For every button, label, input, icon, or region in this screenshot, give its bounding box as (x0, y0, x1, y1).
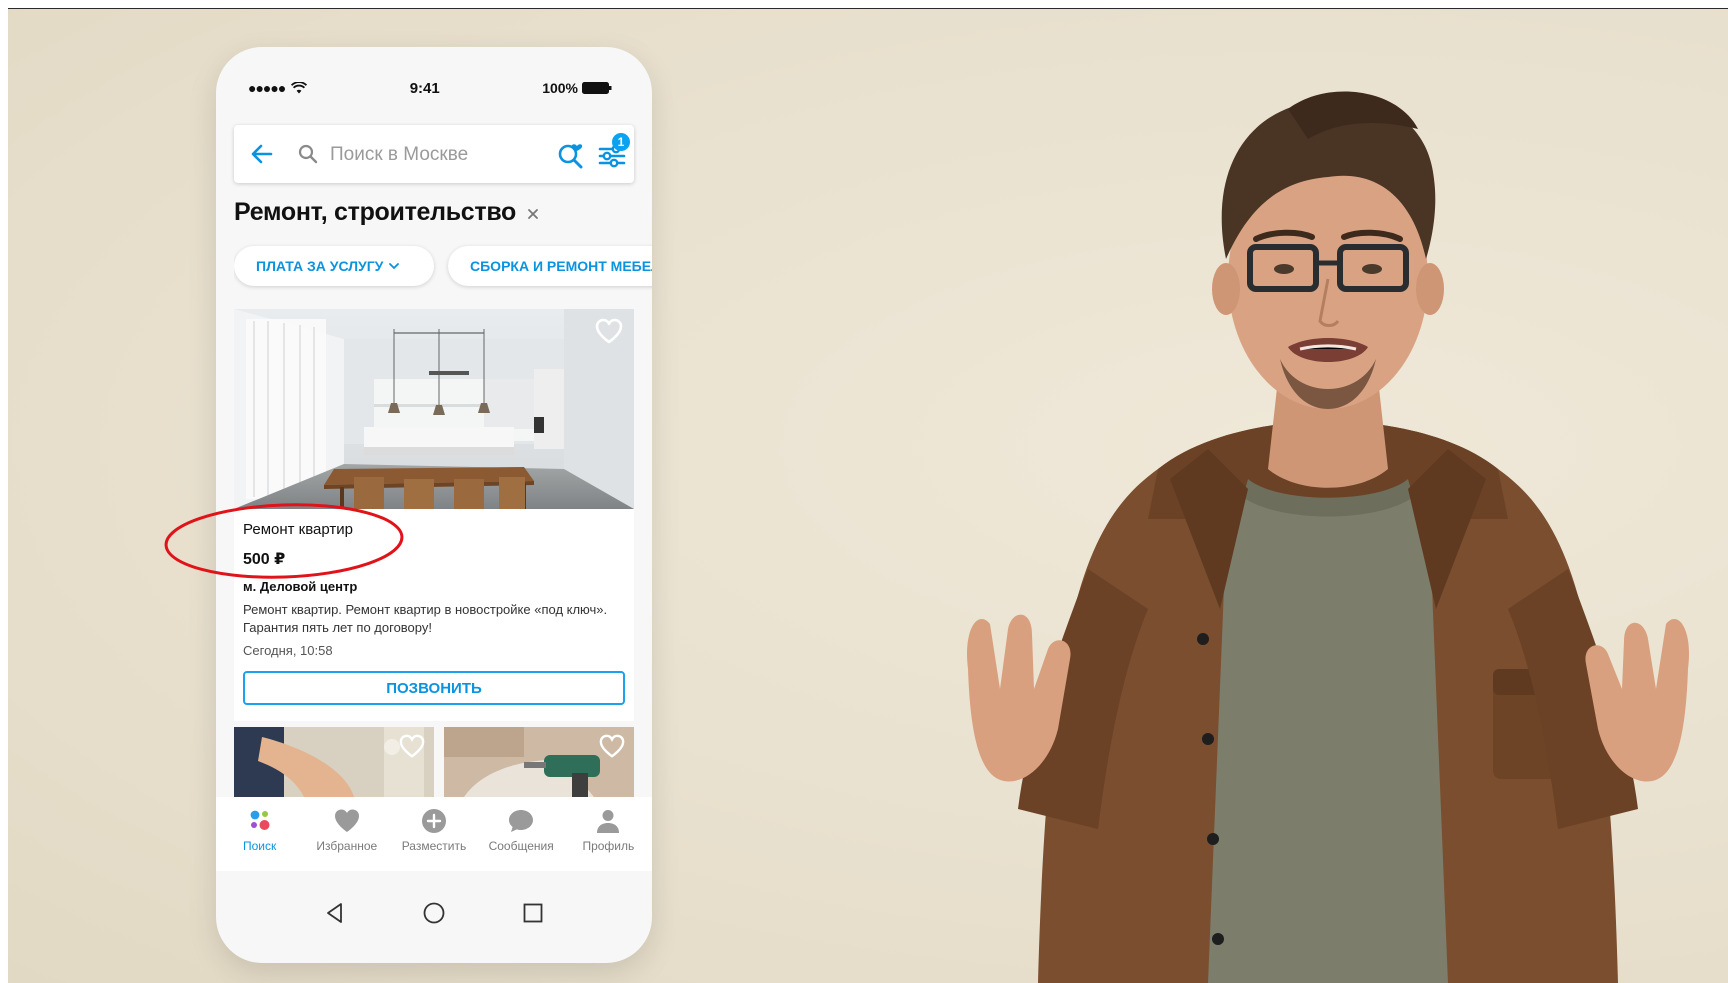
bottom-tab-bar: Поиск Избранное Разместить Сообщения Про… (216, 797, 652, 871)
plus-circle-icon (421, 809, 446, 833)
listing-photo[interactable] (234, 309, 634, 509)
signal-indicator: ●●●●● (248, 80, 308, 96)
favorite-heart-icon[interactable] (598, 733, 626, 759)
search-dots-icon (250, 810, 270, 830)
nav-recents-icon[interactable] (521, 901, 545, 925)
listing-description: Ремонт квартир. Ремонт квартир в новостр… (243, 602, 608, 635)
chip-label: СБОРКА И РЕМОНТ МЕБЕЛИ (470, 258, 652, 274)
category-title: Ремонт, строительство (234, 197, 517, 226)
chip-furniture-repair[interactable]: СБОРКА И РЕМОНТ МЕБЕЛИ (448, 246, 652, 286)
favorite-heart-icon[interactable] (398, 733, 426, 759)
heart-icon (334, 809, 359, 832)
search-input[interactable] (328, 138, 528, 172)
tab-label: Разместить (401, 839, 467, 853)
tab-label: Поиск (242, 839, 277, 853)
video-frame: ●●●●● 9:41 100% Поиск в Москве 1 Ремонт,… (8, 8, 1728, 983)
android-nav-bar (216, 883, 652, 943)
saved-search-icon[interactable] (556, 137, 586, 169)
kitchen-photo-illustration (234, 309, 634, 509)
person-icon (597, 810, 620, 833)
back-arrow-icon[interactable] (250, 142, 274, 166)
presenter-illustration (967, 91, 1689, 983)
search-bar: 1 (234, 125, 634, 183)
chevron-down-icon (389, 263, 400, 270)
tab-search[interactable]: Поиск (220, 807, 300, 853)
battery-percent: 100% (542, 80, 578, 96)
battery-icon (582, 82, 612, 94)
tab-messages[interactable]: Сообщения (481, 807, 561, 853)
tab-label: Профиль (582, 839, 635, 853)
favorite-heart-icon[interactable] (594, 317, 624, 345)
listing-title[interactable]: Ремонт квартир (243, 521, 353, 538)
close-icon[interactable] (526, 207, 540, 221)
call-button[interactable]: ПОЗВОНИТЬ (243, 671, 625, 705)
battery-indicator: 100% (542, 80, 612, 96)
listing-price: 500 ₽ (243, 551, 286, 568)
chip-label: ПЛАТА ЗА УСЛУГУ (256, 258, 384, 274)
nav-back-icon[interactable] (323, 901, 347, 925)
tab-favorites[interactable]: Избранное (307, 807, 387, 853)
tab-profile[interactable]: Профиль (568, 807, 648, 853)
chip-service-fee[interactable]: ПЛАТА ЗА УСЛУГУ (234, 246, 434, 286)
listing-thumbnail[interactable] (234, 727, 434, 797)
signal-dots-icon: ●●●●● (248, 80, 286, 96)
tab-label: Избранное (316, 839, 378, 853)
listing-date: Сегодня, 10:58 (243, 643, 333, 658)
tab-post[interactable]: Разместить (394, 807, 474, 853)
status-bar: ●●●●● 9:41 100% (216, 47, 652, 111)
tab-label: Сообщения (488, 839, 554, 853)
category-header: Ремонт, строительство (234, 195, 540, 229)
clock: 9:41 (409, 79, 440, 97)
listing-card[interactable]: Ремонт квартир 500 ₽ м. Деловой центр Ре… (234, 309, 634, 721)
search-icon (298, 144, 318, 164)
phone-mockup: ●●●●● 9:41 100% Поиск в Москве 1 Ремонт,… (216, 47, 652, 963)
chat-bubble-icon (509, 810, 534, 832)
nav-home-icon[interactable] (422, 901, 446, 925)
wifi-icon (291, 82, 308, 94)
listing-thumbnail[interactable] (444, 727, 634, 797)
listing-metro: м. Деловой центр (243, 579, 358, 594)
filter-count-badge: 1 (612, 133, 630, 151)
filter-chips: ПЛАТА ЗА УСЛУГУ СБОРКА И РЕМОНТ МЕБЕЛИ (234, 243, 652, 293)
